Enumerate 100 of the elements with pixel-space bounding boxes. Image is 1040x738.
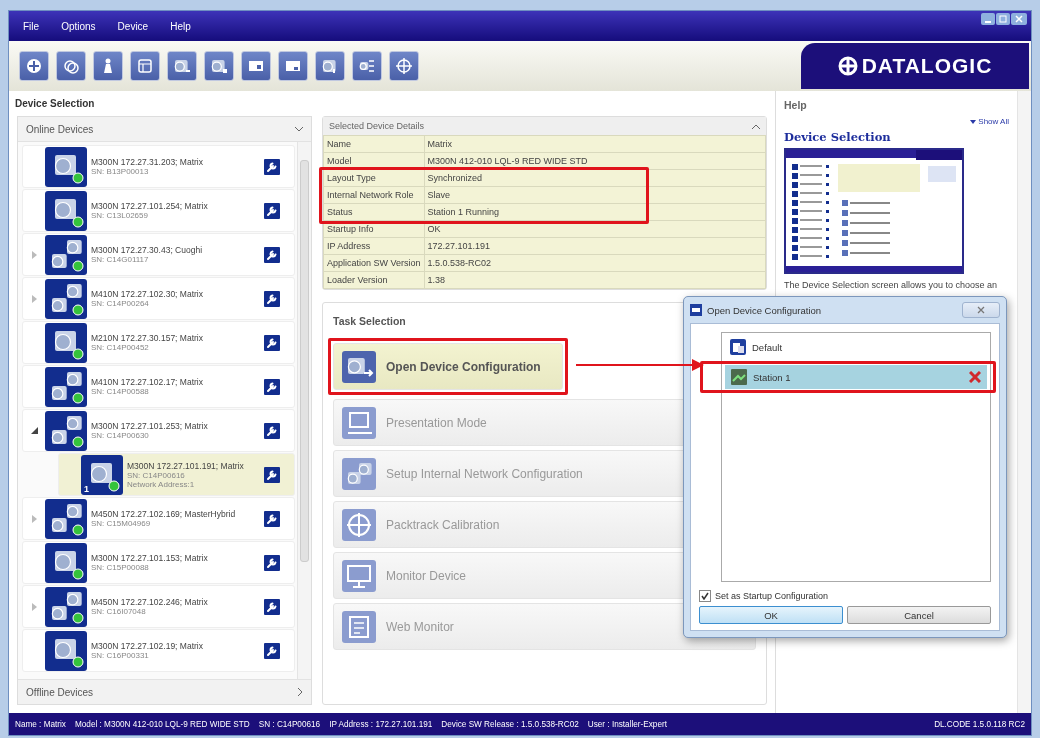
status-field: Model : M300N 412-010 LQL-9 RED WIDE STD xyxy=(74,719,250,729)
dialog-title: Open Device Configuration xyxy=(707,304,822,316)
device-item[interactable]: M300N 172.27.30.43; Cuoghi SN: C14G01117 xyxy=(22,233,295,276)
detail-value: Slave xyxy=(424,186,766,204)
camera-icon xyxy=(210,57,228,75)
toolbar-button[interactable] xyxy=(241,51,271,81)
offline-devices-title: Offline Devices xyxy=(26,686,94,698)
device-name: M300N 172.27.102.19; Matrix xyxy=(91,641,204,651)
show-all-link[interactable]: Show All xyxy=(970,117,1009,126)
configuration-item[interactable]: Station 1 xyxy=(725,365,987,389)
device-item[interactable]: M300N 172.27.31.203; Matrix SN: B13P00013 xyxy=(22,145,295,188)
wrench-icon[interactable] xyxy=(264,158,280,175)
wrench-icon[interactable] xyxy=(264,246,280,263)
device-serial: SN: C14P00452 xyxy=(91,343,150,352)
toolbar-button[interactable] xyxy=(56,51,86,81)
monitor-icon xyxy=(342,559,376,592)
menu-item[interactable]: Help xyxy=(170,20,191,32)
scrollbar[interactable] xyxy=(297,142,311,679)
checkbox[interactable] xyxy=(699,590,711,602)
device-item[interactable]: 1 M300N 172.27.101.191; Matrix SN: C14P00616 Network Address:1 xyxy=(58,453,295,496)
cameras-icon xyxy=(45,278,87,319)
device-item[interactable]: M300N 172.27.101.254; Matrix SN: C13L02659 xyxy=(22,189,295,232)
help-text: The Device Selection screen allows you to choose an xyxy=(784,279,999,290)
status-field: SN : C14P00616 xyxy=(258,719,321,729)
detail-value: OK xyxy=(424,220,766,238)
device-name: M210N 172.27.30.157; Matrix xyxy=(91,333,204,343)
device-item[interactable]: M450N 172.27.102.246; Matrix SN: C16I07048 xyxy=(22,585,295,628)
document-icon xyxy=(342,610,376,643)
wrench-icon[interactable] xyxy=(264,642,280,659)
detail-label: Name xyxy=(323,135,425,153)
scrollbar[interactable] xyxy=(1017,91,1031,713)
toolbar-button[interactable] xyxy=(204,51,234,81)
detail-value: 1.38 xyxy=(424,271,766,289)
status-field: Device SW Release : 1.5.0.538-RC02 xyxy=(441,719,579,729)
device-item[interactable]: M410N 172.27.102.30; Matrix SN: C14P00264 xyxy=(22,277,295,320)
cameras-icon xyxy=(342,457,376,490)
minimize-icon[interactable] xyxy=(981,13,995,25)
chevron-right-icon xyxy=(298,688,303,696)
menu-item[interactable]: Device xyxy=(117,20,149,32)
wrench-icon[interactable] xyxy=(264,202,280,219)
device-item[interactable]: M300N 172.27.101.253; Matrix SN: C14P00630 xyxy=(22,409,295,452)
menu-item[interactable]: Options xyxy=(61,20,96,32)
camera-icon xyxy=(45,322,87,363)
device-item[interactable]: M210N 172.27.30.157; Matrix SN: C14P00452 xyxy=(22,321,295,364)
device-item[interactable]: M450N 172.27.102.169; MasterHybrid SN: C15M04969 xyxy=(22,497,295,540)
online-devices-header[interactable]: Online Devices xyxy=(18,117,311,142)
configuration-item[interactable]: Default xyxy=(724,335,988,359)
camera-icon xyxy=(45,542,87,583)
device-item[interactable]: M300N 172.27.101.153; Matrix SN: C15P00088 xyxy=(22,541,295,584)
collapse-arrow-icon[interactable] xyxy=(30,427,38,434)
ok-button[interactable]: OK xyxy=(699,606,843,624)
device-serial: SN: C13L02659 xyxy=(91,211,149,220)
device-name: M300N 172.27.31.203; Matrix xyxy=(91,157,204,167)
wrench-icon[interactable] xyxy=(264,422,280,439)
wrench-icon[interactable] xyxy=(264,554,280,571)
offline-devices-header[interactable]: Offline Devices xyxy=(18,679,311,704)
add-icon xyxy=(25,57,43,75)
toolbar-button[interactable] xyxy=(389,51,419,81)
device-serial: SN: C15M04969 xyxy=(91,519,152,528)
delete-icon[interactable] xyxy=(969,371,981,383)
toolbar-button[interactable] xyxy=(93,51,123,81)
device-serial: SN: C14G01117 xyxy=(91,255,150,264)
detail-label: Model xyxy=(323,152,425,170)
close-icon xyxy=(977,306,985,314)
device-serial: SN: C15P00088 xyxy=(91,563,150,572)
crosshair-icon xyxy=(395,57,413,75)
menu-item[interactable]: File xyxy=(23,20,40,32)
device-serial: SN: C14P00616 xyxy=(127,470,186,480)
task-button[interactable]: Open Device Configuration xyxy=(333,343,563,390)
help-title: Help xyxy=(784,98,808,113)
wrench-icon[interactable] xyxy=(264,290,280,307)
section-title: Device Selection xyxy=(14,97,96,111)
online-devices-title: Online Devices xyxy=(26,123,94,135)
cameras-icon xyxy=(45,366,87,407)
toolbar-button[interactable] xyxy=(352,51,382,81)
version-label: DL.CODE 1.5.0.118 RC2 xyxy=(934,719,1025,729)
cameras-icon xyxy=(45,234,87,275)
cancel-button[interactable]: Cancel xyxy=(847,606,991,624)
camera-icon xyxy=(45,630,87,671)
toolbar-button[interactable] xyxy=(315,51,345,81)
maximize-icon[interactable] xyxy=(996,13,1010,25)
camera-icon xyxy=(321,57,339,75)
crosshair-icon xyxy=(342,508,376,541)
device-name: M450N 172.27.102.169; MasterHybrid xyxy=(91,509,237,519)
cameras-icon xyxy=(45,498,87,539)
wrench-icon[interactable] xyxy=(264,334,280,351)
toolbar-button[interactable] xyxy=(278,51,308,81)
wrench-icon[interactable] xyxy=(264,510,280,527)
details-header[interactable]: Selected Device Details xyxy=(323,117,766,135)
task-selection-title: Task Selection xyxy=(333,315,406,327)
close-icon[interactable] xyxy=(1011,13,1027,25)
toolbar-button[interactable] xyxy=(167,51,197,81)
toolbar-button[interactable] xyxy=(19,51,49,81)
wrench-icon[interactable] xyxy=(264,598,280,615)
device-item[interactable]: M410N 172.27.102.17; Matrix SN: C14P00588 xyxy=(22,365,295,408)
wrench-icon[interactable] xyxy=(264,378,280,395)
wrench-icon[interactable] xyxy=(264,466,280,483)
device-item[interactable]: M300N 172.27.102.19; Matrix SN: C16P00331 xyxy=(22,629,295,672)
toolbar-button[interactable] xyxy=(130,51,160,81)
device-name: M300N 172.27.101.153; Matrix xyxy=(91,553,209,563)
